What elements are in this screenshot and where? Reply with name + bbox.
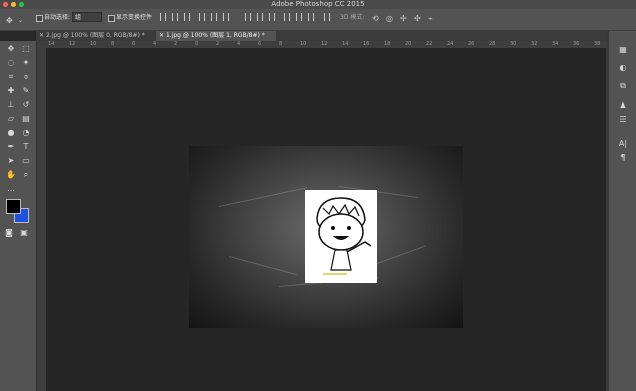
align-hcenter-icon[interactable] bbox=[211, 13, 217, 21]
ruler-tick-label: 6 bbox=[132, 41, 136, 47]
move-icon[interactable]: ✥ bbox=[4, 43, 18, 55]
ruler-tick-label: 30 bbox=[510, 41, 517, 47]
stamp-icon[interactable]: ⊥ bbox=[4, 99, 18, 111]
options-bar: ✥ ⌄ 自动选择: 组 显示变换控件 3D 模式: ⟲ ◎ ✢ ✣ ⌁ bbox=[0, 9, 636, 31]
dodge-icon[interactable]: ◔ bbox=[19, 127, 33, 139]
3d-rotate-icon[interactable]: ⟲ bbox=[372, 13, 379, 25]
ruler-corner[interactable] bbox=[36, 41, 46, 48]
tab-close-icon[interactable]: ✕ bbox=[39, 32, 46, 39]
history-icon[interactable]: ⧉ bbox=[617, 80, 629, 92]
ruler-tick-label: 16 bbox=[363, 41, 370, 47]
ruler-tick-label: 4 bbox=[153, 41, 157, 47]
distribute-vcenter-icon[interactable] bbox=[257, 13, 263, 21]
window-title: Adobe Photoshop CC 2015 bbox=[271, 0, 365, 8]
3d-drag-icon[interactable]: ✢ bbox=[400, 13, 407, 25]
ruler-tick-label: 36 bbox=[573, 41, 580, 47]
eraser-icon[interactable]: ▱ bbox=[4, 113, 18, 125]
3d-roll-icon[interactable]: ◎ bbox=[386, 13, 393, 25]
ruler-tick-label: 26 bbox=[468, 41, 475, 47]
ruler-tick-label: 0 bbox=[195, 41, 199, 47]
distribute-bottom-icon[interactable] bbox=[269, 13, 275, 21]
auto-select-checkbox[interactable] bbox=[36, 15, 43, 22]
lasso-icon[interactable]: ◌ bbox=[4, 57, 18, 69]
distribute-left-icon[interactable] bbox=[284, 13, 290, 21]
ruler-tick-label: 22 bbox=[426, 41, 433, 47]
magic-wand-icon[interactable]: ✦ bbox=[19, 57, 33, 69]
auto-select-label: 自动选择: bbox=[44, 14, 71, 21]
ruler-tick-label: 2 bbox=[174, 41, 178, 47]
paragraph-icon[interactable]: ¶ bbox=[617, 152, 629, 164]
ruler-tick-label: 20 bbox=[405, 41, 412, 47]
ruler-tick-label: 14 bbox=[342, 41, 349, 47]
gradient-icon[interactable]: ▤ bbox=[19, 113, 33, 125]
brush-icon[interactable]: ✎ bbox=[19, 85, 33, 97]
align-top-icon[interactable] bbox=[160, 13, 166, 21]
crop-icon[interactable]: ⌗ bbox=[4, 71, 18, 83]
healing-icon[interactable]: ✚ bbox=[4, 85, 18, 97]
panel-collapse-strip[interactable] bbox=[606, 31, 609, 391]
ruler-tick-label: 34 bbox=[552, 41, 559, 47]
hand-icon[interactable]: ✋ bbox=[4, 169, 18, 181]
ruler-tick-label: 4 bbox=[237, 41, 241, 47]
properties-icon[interactable]: ☰ bbox=[617, 114, 629, 126]
ruler-tick-label: 10 bbox=[90, 41, 97, 47]
ruler-tick-label: 14 bbox=[48, 41, 55, 47]
title-bar: Adobe Photoshop CC 2015 bbox=[0, 0, 636, 9]
tools-panel: ✥ ⬚ ◌ ✦ ⌗ ⌽ ✚ ✎ ⊥ ↺ ▱ ▤ ● ◔ ✒ T ➤ ▭ ✋ ⌕ ⋯ ◙ ▣ bbox=[0, 41, 37, 391]
3d-scale-icon[interactable]: ⌁ bbox=[428, 13, 433, 25]
ruler-tick-label: 12 bbox=[69, 41, 76, 47]
tab-label: 2.jpg @ 100% (图层 0, RGB/8#) * bbox=[45, 32, 145, 39]
distribute-hcenter-icon[interactable] bbox=[296, 13, 302, 21]
tab-1-jpg[interactable]: ✕ 1.jpg @ 100% (图层 1, RGB/8#) * bbox=[156, 31, 276, 41]
align-bottom-icon[interactable] bbox=[184, 13, 190, 21]
adjust-icon[interactable]: ◐ bbox=[617, 62, 629, 74]
foreground-color-swatch[interactable] bbox=[6, 199, 21, 214]
cartoon-girl-image bbox=[316, 197, 372, 275]
eyedropper-icon[interactable]: ⌽ bbox=[19, 71, 33, 83]
layers-icon[interactable]: ▦ bbox=[617, 44, 629, 56]
ruler-tick-label: 12 bbox=[321, 41, 328, 47]
brush-settings-icon[interactable]: ♟ bbox=[617, 100, 629, 112]
history-brush-icon[interactable]: ↺ bbox=[19, 99, 33, 111]
marquee-icon[interactable]: ⬚ bbox=[19, 43, 33, 55]
align-left-icon[interactable] bbox=[199, 13, 205, 21]
show-transform-checkbox[interactable] bbox=[108, 15, 115, 22]
more-tools-icon[interactable]: ⋯ bbox=[4, 185, 18, 197]
pen-icon[interactable]: ✒ bbox=[4, 141, 18, 153]
auto-align-icon[interactable] bbox=[324, 13, 330, 21]
ruler-tick-label: 8 bbox=[279, 41, 283, 47]
document-tabs: ✕ 2.jpg @ 100% (图层 0, RGB/8#) * ✕ 1.jpg … bbox=[36, 31, 606, 41]
align-vcenter-icon[interactable] bbox=[172, 13, 178, 21]
character-icon[interactable]: A| bbox=[617, 138, 629, 150]
cartoon-layer[interactable] bbox=[305, 190, 377, 283]
3d-slide-icon[interactable]: ✣ bbox=[414, 13, 421, 25]
ruler-tick-label: 6 bbox=[258, 41, 262, 47]
ruler-tick-label: 28 bbox=[489, 41, 496, 47]
chevron-down-icon[interactable]: ⌄ bbox=[18, 15, 23, 27]
ruler-tick-label: 2 bbox=[216, 41, 220, 47]
auto-select-dropdown[interactable]: 组 bbox=[72, 12, 102, 22]
3d-mode-label: 3D 模式: bbox=[340, 14, 365, 21]
tab-2-jpg[interactable]: ✕ 2.jpg @ 100% (图层 0, RGB/8#) * bbox=[36, 31, 154, 41]
ruler-tick-label: 38 bbox=[594, 41, 601, 47]
blur-icon[interactable]: ● bbox=[4, 127, 18, 139]
shape-icon[interactable]: ▭ bbox=[19, 155, 33, 167]
distribute-right-icon[interactable] bbox=[308, 13, 314, 21]
align-right-icon[interactable] bbox=[223, 13, 229, 21]
tab-close-icon[interactable]: ✕ bbox=[159, 32, 166, 39]
tab-label: 1.jpg @ 100% (图层 1, RGB/8#) * bbox=[165, 32, 265, 39]
type-icon[interactable]: T bbox=[19, 141, 33, 153]
distribute-top-icon[interactable] bbox=[245, 13, 251, 21]
move-icon[interactable]: ✥ bbox=[6, 15, 13, 27]
show-transform-label: 显示变换控件 bbox=[116, 14, 153, 21]
ruler-tick-label: 18 bbox=[384, 41, 391, 47]
ruler-tick-label: 10 bbox=[300, 41, 307, 47]
path-select-icon[interactable]: ➤ bbox=[4, 155, 18, 167]
ruler-tick-label: 32 bbox=[531, 41, 538, 47]
ruler-tick-label: 8 bbox=[111, 41, 115, 47]
zoom-icon[interactable]: ⌕ bbox=[19, 169, 33, 181]
ruler-tick-label: 24 bbox=[447, 41, 454, 47]
screen-mode-icon[interactable]: ▣ bbox=[17, 227, 31, 239]
quick-mask-icon[interactable]: ◙ bbox=[2, 227, 16, 239]
